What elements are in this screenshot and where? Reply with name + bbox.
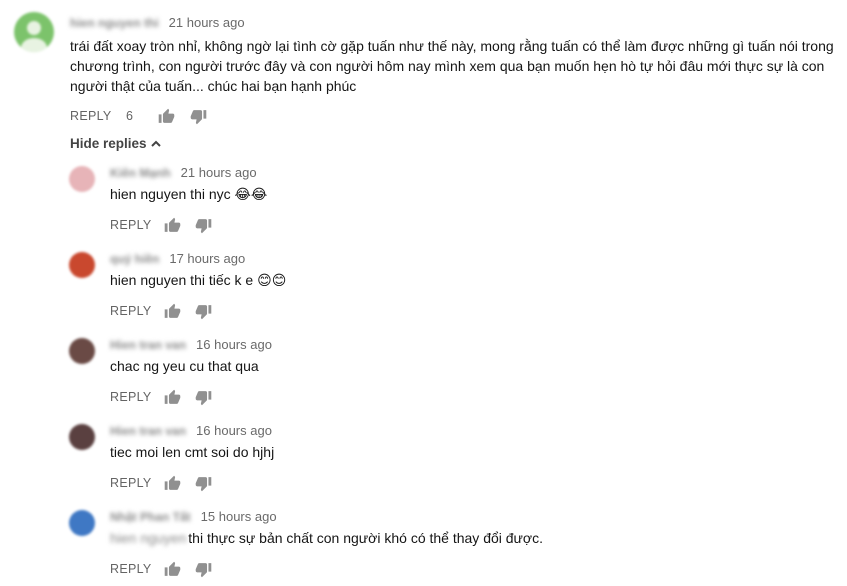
reply-button[interactable]: REPLY (110, 390, 152, 404)
thumbs-down-icon[interactable] (195, 475, 212, 492)
reply-button[interactable]: REPLY (110, 218, 152, 232)
reply-comment: Kiên Mạnh 21 hours ago hien nguyen thi ny… (0, 162, 847, 242)
comment-line: người thật của tuấn... chúc hai bạn hạnh… (70, 78, 357, 94)
avatar[interactable] (69, 338, 95, 364)
author-name[interactable]: Hien tran van (110, 424, 186, 438)
reply-text-body: hien nguyen thi tiếc k e 😊😊 (110, 272, 287, 288)
reply-actions: REPLY (110, 217, 250, 236)
reply-text: hien nguyen thi tiếc k e 😊😊 (110, 270, 286, 290)
avatar[interactable] (69, 424, 95, 450)
reply-actions: REPLY (110, 303, 250, 322)
hide-replies-button[interactable]: Hide replies (70, 136, 162, 151)
avatar[interactable] (69, 252, 95, 278)
comment-header: hien nguyen thi 21 hours ago (70, 15, 245, 30)
reply-header: quý hiền 17 hours ago (110, 251, 245, 266)
thumbs-down-icon[interactable] (195, 303, 212, 320)
main-comment: hien nguyen thi 21 hours ago trái đất xoa… (0, 0, 847, 130)
timestamp[interactable]: 15 hours ago (201, 509, 277, 524)
reply-text: hien nguyen thi thực sự bản chất con ngườ… (110, 528, 543, 548)
author-name[interactable]: Nhật Phan Tất (110, 510, 191, 524)
timestamp[interactable]: 21 hours ago (169, 15, 245, 30)
reply-comment: Nhật Phan Tất 15 hours ago hien nguyen thi… (0, 506, 847, 586)
reply-header: Hien tran van 16 hours ago (110, 337, 272, 352)
like-count: 6 (126, 109, 133, 123)
author-name[interactable]: Kiên Mạnh (110, 166, 171, 180)
reply-button[interactable]: REPLY (110, 476, 152, 490)
reply-text-body: thi thực sự bản chất con người khó có th… (188, 530, 543, 546)
reply-button[interactable]: REPLY (70, 109, 112, 123)
avatar[interactable] (69, 510, 95, 536)
thumbs-up-icon[interactable] (164, 561, 181, 578)
reply-actions: REPLY (110, 561, 250, 580)
thumbs-up-icon[interactable] (164, 475, 181, 492)
reply-header: Nhật Phan Tất 15 hours ago (110, 509, 277, 524)
hide-replies-label: Hide replies (70, 136, 147, 151)
reply-text-body: hien nguyen thi nyc 😂😂 (110, 186, 268, 202)
comment-actions: REPLY 6 (70, 108, 270, 127)
avatar[interactable] (14, 12, 54, 52)
reply-button[interactable]: REPLY (110, 304, 152, 318)
reply-header: Kiên Mạnh 21 hours ago (110, 165, 257, 180)
reply-comment: Hien tran van 16 hours ago tiec moi len c… (0, 420, 847, 500)
thumbs-down-icon[interactable] (195, 561, 212, 578)
timestamp[interactable]: 16 hours ago (196, 337, 272, 352)
timestamp[interactable]: 21 hours ago (181, 165, 257, 180)
reply-text-body: tiec moi len cmt soi do hjhj (110, 444, 275, 460)
thumbs-up-icon[interactable] (158, 108, 175, 125)
thumbs-down-icon[interactable] (190, 108, 207, 125)
thumbs-up-icon[interactable] (164, 389, 181, 406)
thumbs-down-icon[interactable] (195, 217, 212, 234)
author-name[interactable]: quý hiền (110, 252, 159, 266)
timestamp[interactable]: 16 hours ago (196, 423, 272, 438)
author-name[interactable]: Hien tran van (110, 338, 186, 352)
reply-text: tiec moi len cmt soi do hjhj (110, 442, 274, 462)
thumbs-up-icon[interactable] (164, 303, 181, 320)
thumbs-down-icon[interactable] (195, 389, 212, 406)
reply-actions: REPLY (110, 389, 250, 408)
thumbs-up-icon[interactable] (164, 217, 181, 234)
avatar[interactable] (69, 166, 95, 192)
reply-comment: Hien tran van 16 hours ago chac ng yeu cu… (0, 334, 847, 414)
reply-text: hien nguyen thi nyc 😂😂 (110, 184, 267, 204)
comment-line: chương trình, con người trước đây và con… (70, 58, 825, 74)
reply-comment: quý hiền 17 hours ago hien nguyen thi tiế… (0, 248, 847, 328)
reply-button[interactable]: REPLY (110, 562, 152, 576)
timestamp[interactable]: 17 hours ago (169, 251, 245, 266)
comment-text: trái đất xoay tròn nhỉ, không ngờ lại tì… (70, 36, 834, 96)
reply-text-body: chac ng yeu cu that qua (110, 358, 259, 374)
reply-header: Hien tran van 16 hours ago (110, 423, 272, 438)
user-silhouette-icon (21, 21, 47, 52)
reply-actions: REPLY (110, 475, 250, 494)
comment-line: trái đất xoay tròn nhỉ, không ngờ lại tì… (70, 38, 834, 54)
mention-link[interactable]: hien nguyen (110, 528, 186, 548)
chevron-up-icon (150, 141, 161, 148)
author-name[interactable]: hien nguyen thi (70, 16, 159, 30)
reply-text: chac ng yeu cu that qua (110, 356, 259, 376)
